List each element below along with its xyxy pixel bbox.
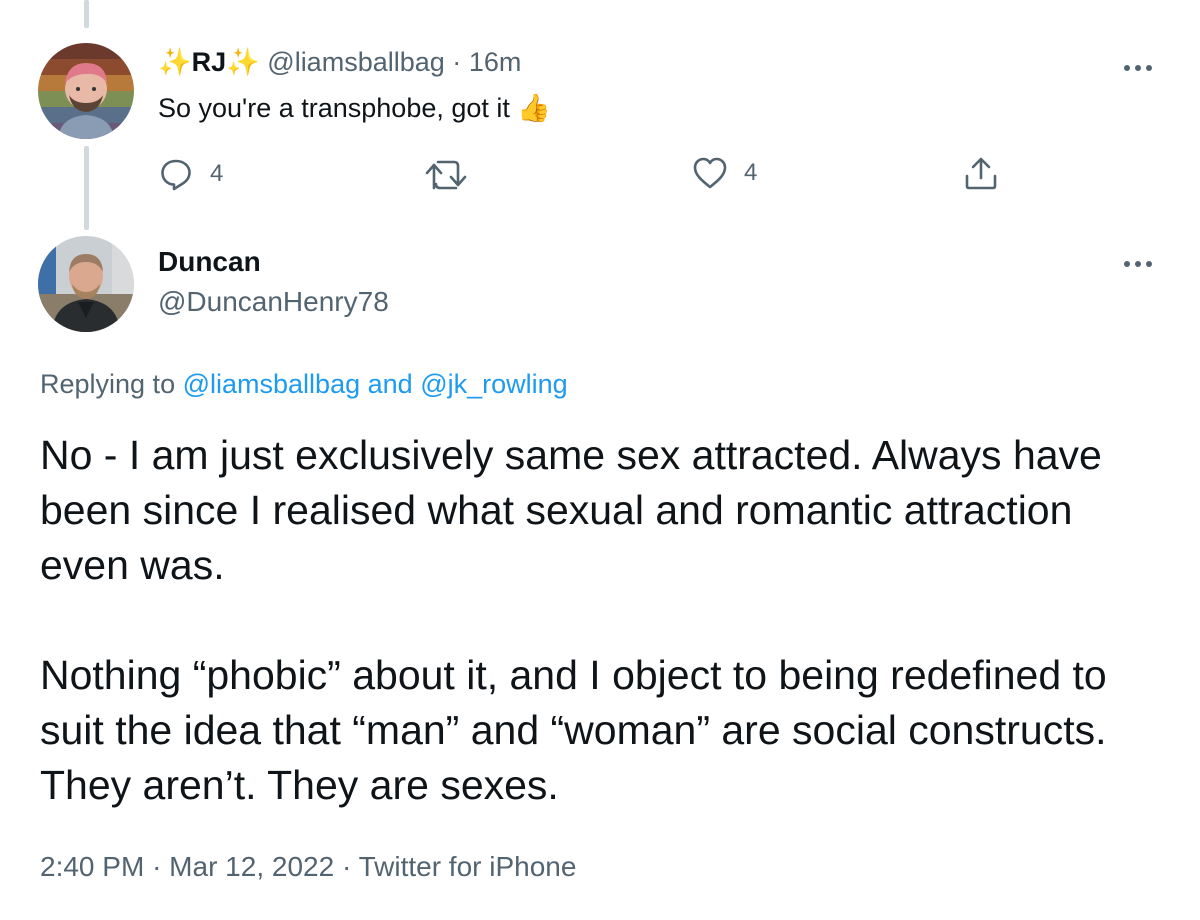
thumbs-up-icon: 👍 xyxy=(517,93,552,123)
avatar-rj[interactable] xyxy=(38,43,134,139)
like-button[interactable]: 4 xyxy=(692,156,757,190)
sparkles-icon: ✨ xyxy=(226,47,260,77)
replying-to: Replying to @liamsballbag and @jk_rowlin… xyxy=(40,368,568,400)
tweet-date[interactable]: Mar 12, 2022 xyxy=(169,851,334,882)
replying-user-link[interactable]: @liamsballbag xyxy=(183,369,361,399)
retweet-icon xyxy=(425,160,467,190)
reply-display-name[interactable]: RJ xyxy=(192,47,227,77)
replying-and: and xyxy=(367,369,413,399)
tweet-body: No - I am just exclusively same sex attr… xyxy=(40,428,1170,813)
thread-line-top xyxy=(84,0,89,28)
reply-text-content: So you're a transphobe, got it xyxy=(158,93,510,123)
more-icon[interactable] xyxy=(1120,58,1160,78)
reply-count: 4 xyxy=(210,160,224,187)
share-icon xyxy=(965,157,997,190)
reply-time[interactable]: 16m xyxy=(469,47,522,77)
sparkles-icon: ✨ xyxy=(158,47,192,77)
tweet-paragraph: Nothing “phobic” about it, and I object … xyxy=(40,652,1107,808)
avatar-duncan[interactable] xyxy=(38,236,134,332)
replying-prefix: Replying to xyxy=(40,369,176,399)
retweet-button[interactable] xyxy=(424,158,470,192)
main-handle[interactable]: @DuncanHenry78 xyxy=(158,286,389,318)
tweet-paragraph: No - I am just exclusively same sex attr… xyxy=(40,432,1102,588)
main-display-name[interactable]: Duncan xyxy=(158,246,261,278)
meta-separator: · xyxy=(341,851,352,882)
reply-text: So you're a transphobe, got it 👍 xyxy=(158,92,551,124)
heart-icon xyxy=(693,157,727,189)
reply-separator: · xyxy=(452,47,462,77)
tweet-time[interactable]: 2:40 PM xyxy=(40,851,144,882)
tweet-meta: 2:40 PM · Mar 12, 2022 · Twitter for iPh… xyxy=(40,850,576,884)
more-icon[interactable] xyxy=(1120,254,1160,274)
reply-handle[interactable]: @liamsballbag xyxy=(267,47,445,77)
reply-button[interactable]: 4 xyxy=(158,156,223,192)
share-button[interactable] xyxy=(962,154,1000,192)
reply-icon xyxy=(161,159,191,191)
thread-line-bottom xyxy=(84,146,89,230)
meta-separator: · xyxy=(152,851,162,882)
tweet-source[interactable]: Twitter for iPhone xyxy=(359,851,577,882)
replying-user-link[interactable]: @jk_rowling xyxy=(420,369,567,399)
reply-header: ✨RJ✨ @liamsballbag · 16m xyxy=(158,46,521,78)
like-count: 4 xyxy=(744,159,758,186)
